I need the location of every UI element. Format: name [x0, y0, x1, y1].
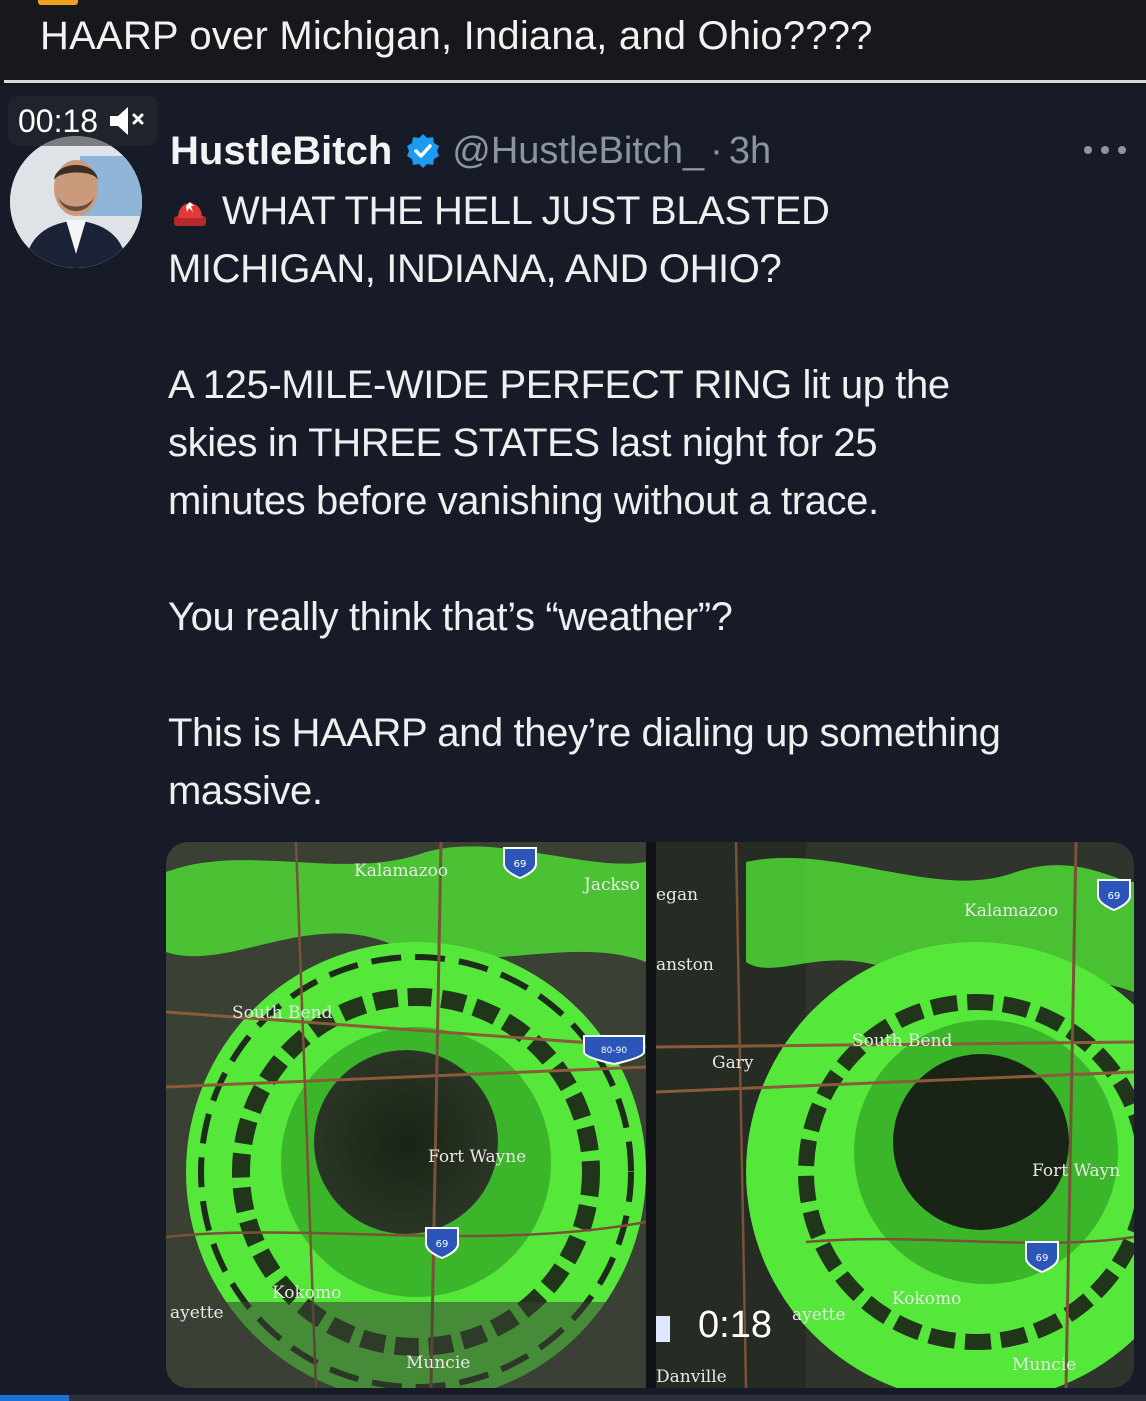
map-label-south-bend: South Bend: [232, 1003, 333, 1023]
video-timestamp: 00:18: [18, 102, 99, 139]
inline-play-marker: [656, 1316, 670, 1342]
map-label-kalamazoo: Kalamazoo: [964, 901, 1058, 921]
map-label-danville: Danville: [656, 1367, 727, 1387]
map-label-fort-wayne: Fort Wayn: [1032, 1161, 1120, 1181]
tweet-body: WHAT THE HELL JUST BLASTED MICHIGAN, IND…: [168, 182, 1140, 820]
map-label-gary: Gary: [712, 1053, 754, 1073]
shield-label: 69: [1108, 891, 1121, 902]
map-label-muncie: Muncie: [406, 1353, 470, 1373]
post-title[interactable]: HAARP over Michigan, Indiana, and Ohio??…: [40, 14, 873, 59]
map-label-lafayette: ayette: [170, 1303, 224, 1323]
map-label-south-bend: South Bend: [852, 1031, 953, 1051]
shield-label: 69: [436, 1239, 449, 1250]
post-header: HAARP over Michigan, Indiana, and Ohio??…: [0, 0, 1146, 80]
map-label-kalamazoo: Kalamazoo: [354, 861, 448, 881]
avatar[interactable]: [10, 136, 142, 268]
map-label-kokomo: Kokomo: [272, 1283, 341, 1303]
map-label-michigan: egan: [656, 885, 698, 905]
tweet-paragraph-1: WHAT THE HELL JUST BLASTED MICHIGAN, IND…: [168, 182, 1140, 298]
tweet-age: 3h: [728, 129, 772, 172]
map-label-evanston: anston: [656, 955, 714, 975]
radar-image-pair[interactable]: Kalamazoo Jackso South Bend Fort Wayne K…: [166, 842, 1134, 1388]
header-divider: [4, 80, 1146, 83]
inline-video-timestamp: 0:18: [698, 1304, 772, 1346]
map-label-fort-wayne: Fort Wayne: [428, 1147, 526, 1167]
video-player[interactable]: 00:18 HustleBitch @HustleBitch_ · 3h WHA…: [0, 86, 1146, 1401]
map-label-muncie: Muncie: [1012, 1355, 1076, 1375]
tweet-separator: ·: [710, 129, 723, 172]
tweet-paragraph-3: You really think that’s “weather”?: [168, 595, 733, 639]
map-label-kokomo: Kokomo: [892, 1289, 961, 1309]
video-progress-bar[interactable]: [0, 1395, 1146, 1401]
map-label-lafayette: ayette: [792, 1305, 846, 1325]
shield-label: 69: [1036, 1253, 1049, 1264]
video-time-overlay: 00:18: [8, 96, 159, 146]
more-options-icon[interactable]: [1082, 144, 1128, 156]
radar-map-left: Kalamazoo Jackso South Bend Fort Wayne K…: [166, 842, 646, 1388]
tweet-handle[interactable]: @HustleBitch_: [452, 130, 704, 173]
tweet-paragraph-4: This is HAARP and they’re dialing up som…: [168, 711, 1001, 813]
shield-label: 80-90: [601, 1046, 627, 1056]
speaker-muted-icon[interactable]: [108, 104, 148, 138]
shield-label: 69: [514, 859, 527, 870]
video-progress-fill: [0, 1395, 69, 1401]
tweet-display-name[interactable]: HustleBitch: [170, 129, 392, 174]
app-logo-fragment: [38, 0, 78, 5]
verified-badge-icon: [407, 134, 440, 168]
siren-emoji-icon: [174, 202, 206, 226]
avatar-photo: [10, 136, 142, 268]
map-label-jackson: Jackso: [582, 875, 640, 895]
tweet-paragraph-2: A 125-MILE-WIDE PERFECT RING lit up the …: [168, 363, 950, 523]
tweet-paragraph-1-text: WHAT THE HELL JUST BLASTED MICHIGAN, IND…: [168, 189, 830, 291]
tweet-header: HustleBitch @HustleBitch_ · 3h: [170, 126, 771, 176]
map-divider: [646, 842, 656, 1388]
